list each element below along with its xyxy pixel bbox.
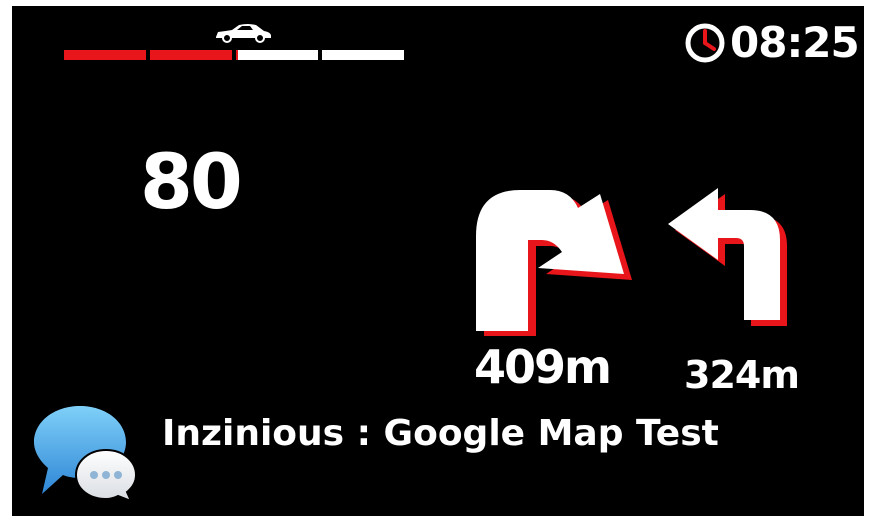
turn-right-arrow-icon	[476, 190, 632, 336]
traffic-segment	[64, 50, 146, 60]
notification-text: Inzinious : Google Map Test	[162, 413, 719, 454]
traffic-segment	[238, 50, 318, 60]
hud-screen: 08:25 80 409m 324m Inzinious : Google Ma…	[12, 6, 864, 516]
clock-icon	[685, 23, 725, 63]
turn-left-arrow-icon	[668, 188, 787, 326]
traffic-progress-bar	[64, 50, 404, 60]
traffic-segment	[150, 50, 232, 60]
traffic-segment	[322, 50, 404, 60]
message-bubbles-icon	[34, 406, 138, 502]
next-turn-distance: 409m	[474, 340, 612, 394]
car-icon	[216, 24, 271, 43]
following-turn-distance: 324m	[684, 353, 800, 397]
clock-time: 08:25	[730, 18, 860, 67]
speed-readout: 80	[140, 137, 243, 226]
